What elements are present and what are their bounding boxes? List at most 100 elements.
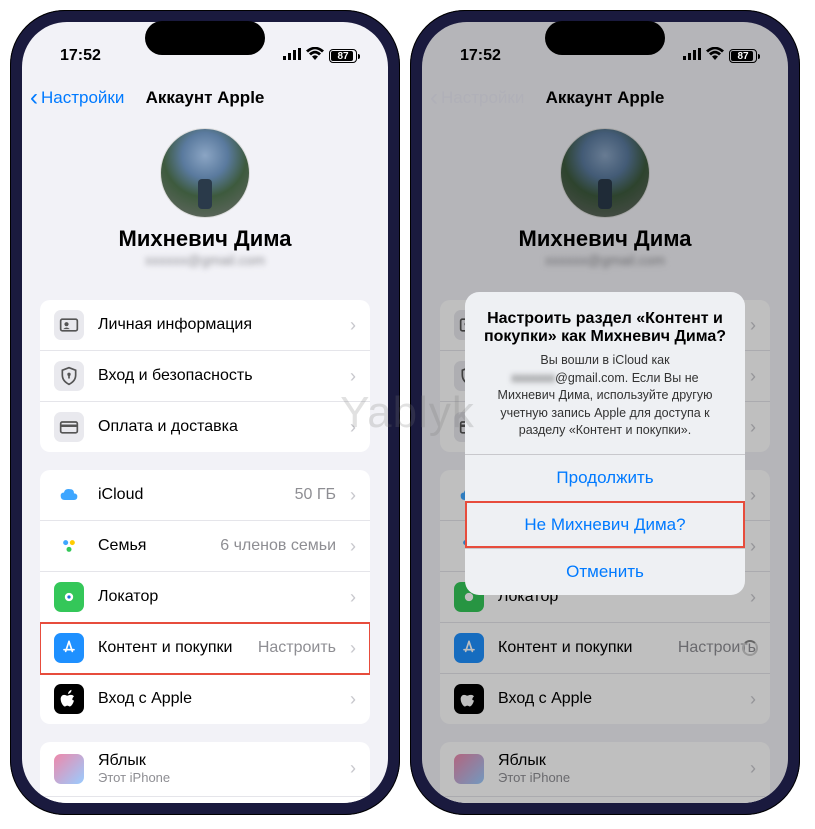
profile-email: xxxxxx@gmail.com bbox=[40, 252, 370, 268]
status-time: 17:52 bbox=[460, 47, 501, 65]
row-label: Вход и безопасность bbox=[98, 367, 336, 385]
row-content-purchases[interactable]: Контент и покупки Настроить › bbox=[40, 623, 370, 674]
chevron-right-icon: › bbox=[350, 485, 356, 506]
sheet-continue-button[interactable]: Продолжить bbox=[465, 454, 745, 501]
chevron-right-icon: › bbox=[750, 315, 756, 336]
row-content-purchases: Контент и покупки Настроить bbox=[440, 623, 770, 674]
row-label: Яблык bbox=[98, 752, 336, 770]
back-label: Настройки bbox=[41, 88, 124, 108]
row-detail: 6 членов семьи bbox=[220, 537, 336, 555]
row-device-iphone: Яблык Этот iPhone › bbox=[440, 742, 770, 797]
row-label: Семья bbox=[98, 537, 206, 555]
action-sheet: Настроить раздел «Контент и покупки» как… bbox=[465, 292, 745, 595]
screen-left: 17:52 87 ‹ Настройки Аккаунт Apple bbox=[22, 22, 388, 803]
row-device-watch[interactable]: Apple Watch — Yablyk Apple Watch › bbox=[40, 797, 370, 803]
group-devices: Яблык Этот iPhone › Apple Watch — Yablyk… bbox=[440, 742, 770, 803]
nav-bar: ‹ Настройки Аккаунт Apple bbox=[422, 76, 788, 120]
row-label: Вход с Apple bbox=[498, 690, 736, 708]
row-signin-security[interactable]: Вход и безопасность › bbox=[40, 351, 370, 402]
group-devices: Яблык Этот iPhone › Apple Watch — Yablyk… bbox=[40, 742, 370, 803]
row-label: Локатор bbox=[98, 588, 336, 606]
findmy-icon bbox=[54, 582, 84, 612]
chevron-right-icon: › bbox=[750, 536, 756, 557]
profile-name: Михневич Дима bbox=[440, 226, 770, 252]
back-button: ‹ Настройки bbox=[430, 86, 524, 110]
profile-header: Михневич Дима xxxxxx@gmail.com bbox=[440, 120, 770, 282]
chevron-right-icon: › bbox=[750, 587, 756, 608]
sheet-message: Вы вошли в iCloud как xxxxxxx@gmail.com.… bbox=[481, 352, 729, 440]
person-card-icon bbox=[54, 310, 84, 340]
chevron-left-icon: ‹ bbox=[430, 86, 438, 110]
battery-icon: 87 bbox=[329, 49, 360, 63]
chevron-right-icon: › bbox=[350, 315, 356, 336]
apple-logo-icon bbox=[454, 684, 484, 714]
sheet-not-user-button[interactable]: Не Михневич Дима? bbox=[465, 501, 745, 548]
chevron-right-icon: › bbox=[750, 485, 756, 506]
row-personal-info[interactable]: Личная информация › bbox=[40, 300, 370, 351]
screen-right: 17:52 87 ‹ Настройки Аккаунт Apple bbox=[422, 22, 788, 803]
iphone-device-icon bbox=[54, 754, 84, 784]
avatar bbox=[560, 128, 650, 218]
chevron-right-icon: › bbox=[350, 366, 356, 387]
wifi-icon bbox=[706, 47, 724, 65]
appstore-icon bbox=[54, 633, 84, 663]
row-signin-apple[interactable]: Вход с Apple › bbox=[40, 674, 370, 724]
row-label: Контент и покупки bbox=[98, 639, 244, 657]
chevron-right-icon: › bbox=[350, 758, 356, 779]
row-signin-apple: Вход с Apple › bbox=[440, 674, 770, 724]
spinner-icon bbox=[742, 640, 758, 656]
row-label: Контент и покупки bbox=[498, 639, 664, 657]
wifi-icon bbox=[306, 47, 324, 65]
avatar[interactable] bbox=[160, 128, 250, 218]
iphone-device-icon bbox=[454, 754, 484, 784]
row-findmy[interactable]: Локатор › bbox=[40, 572, 370, 623]
row-label: Оплата и доставка bbox=[98, 418, 336, 436]
row-sublabel: Этот iPhone bbox=[98, 770, 336, 786]
group-account: Личная информация › Вход и безопасность … bbox=[40, 300, 370, 452]
chevron-right-icon: › bbox=[350, 587, 356, 608]
status-icons: 87 bbox=[283, 47, 360, 65]
row-label: iCloud bbox=[98, 486, 281, 504]
chevron-right-icon: › bbox=[750, 366, 756, 387]
battery-icon: 87 bbox=[729, 49, 760, 63]
appstore-icon bbox=[454, 633, 484, 663]
phone-right: 17:52 87 ‹ Настройки Аккаунт Apple bbox=[410, 10, 800, 815]
signal-icon bbox=[683, 47, 701, 65]
row-sublabel: Этот iPhone bbox=[498, 770, 736, 786]
sheet-title: Настроить раздел «Контент и покупки» как… bbox=[481, 310, 729, 346]
row-detail: 50 ГБ bbox=[295, 486, 336, 504]
profile-name: Михневич Дима bbox=[40, 226, 370, 252]
group-services: iCloud 50 ГБ › Семья 6 членов семьи › bbox=[40, 470, 370, 724]
row-device-iphone[interactable]: Яблык Этот iPhone › bbox=[40, 742, 370, 797]
chevron-right-icon: › bbox=[350, 536, 356, 557]
row-icloud[interactable]: iCloud 50 ГБ › bbox=[40, 470, 370, 521]
chevron-right-icon: › bbox=[350, 689, 356, 710]
chevron-right-icon: › bbox=[750, 417, 756, 438]
profile-email: xxxxxx@gmail.com bbox=[440, 252, 770, 268]
row-label: Яблык bbox=[498, 752, 736, 770]
nav-bar: ‹ Настройки Аккаунт Apple bbox=[22, 76, 388, 120]
row-device-watch: Apple Watch — Yablyk Apple Watch › bbox=[440, 797, 770, 803]
back-button[interactable]: ‹ Настройки bbox=[30, 86, 124, 110]
signal-icon bbox=[283, 47, 301, 65]
shield-icon bbox=[54, 361, 84, 391]
dynamic-island bbox=[545, 21, 665, 55]
family-icon bbox=[54, 531, 84, 561]
chevron-right-icon: › bbox=[350, 638, 356, 659]
row-payment-shipping[interactable]: Оплата и доставка › bbox=[40, 402, 370, 452]
status-icons: 87 bbox=[683, 47, 760, 65]
profile-header: Михневич Дима xxxxxx@gmail.com bbox=[40, 120, 370, 282]
phone-left: 17:52 87 ‹ Настройки Аккаунт Apple bbox=[10, 10, 400, 815]
chevron-left-icon: ‹ bbox=[30, 86, 38, 110]
row-label: Личная информация bbox=[98, 316, 336, 334]
dynamic-island bbox=[145, 21, 265, 55]
row-family[interactable]: Семья 6 членов семьи › bbox=[40, 521, 370, 572]
chevron-right-icon: › bbox=[750, 758, 756, 779]
row-label: Вход с Apple bbox=[98, 690, 336, 708]
chevron-right-icon: › bbox=[350, 417, 356, 438]
chevron-right-icon: › bbox=[750, 689, 756, 710]
sheet-cancel-button[interactable]: Отменить bbox=[465, 548, 745, 595]
card-icon bbox=[54, 412, 84, 442]
icloud-icon bbox=[54, 480, 84, 510]
row-detail: Настроить bbox=[258, 639, 336, 657]
